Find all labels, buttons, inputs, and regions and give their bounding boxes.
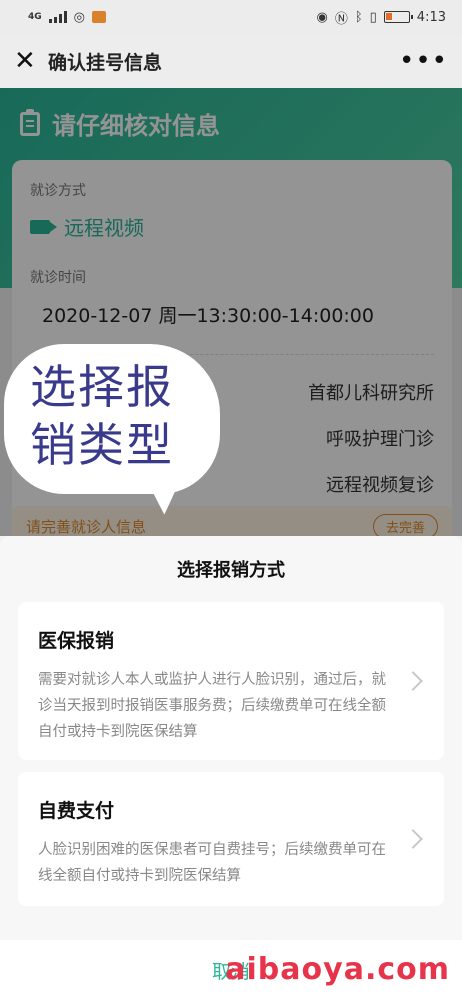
page-title: 确认挂号信息	[48, 51, 163, 74]
vibrate-icon: ▯	[369, 9, 377, 25]
bluetooth-icon: ᛒ	[354, 9, 363, 25]
chevron-right-icon	[403, 829, 423, 849]
nfc-icon: Ⓝ	[334, 11, 348, 27]
option-title: 自费支付	[38, 800, 115, 822]
reimbursement-sheet: 选择报销方式 医保报销 需要对就诊人本人或监护人进行人脸识别，通过后，就诊当天报…	[0, 536, 462, 1000]
wifi-icon: ◎	[73, 9, 85, 25]
annotation-bubble: 选择报 销类型	[4, 344, 220, 494]
option-description: 人脸识别困难的医保患者可自费挂号；后续缴费单可在线全额自付或持卡到院医保结算	[38, 842, 386, 884]
annotation-line-1: 选择报	[30, 360, 174, 414]
signal-icon	[48, 11, 67, 23]
option-description: 需要对就诊人本人或监护人进行人脸识别，通过后，就诊当天报到时报销医事服务费；后续…	[38, 672, 386, 740]
status-bar: 4G ◎ ◉ Ⓝ ᛒ ▯ 4:13	[0, 0, 462, 34]
chevron-right-icon	[403, 671, 423, 691]
battery-icon	[383, 11, 413, 23]
sheet-title: 选择报销方式	[177, 560, 285, 581]
annotation-line-2: 销类型	[30, 418, 174, 472]
option-insurance-reimbursement[interactable]: 医保报销 需要对就诊人本人或监护人进行人脸识别，通过后，就诊当天报到时报销医事服…	[18, 602, 444, 760]
network-label: 4G	[28, 12, 42, 22]
notification-icon	[92, 11, 106, 23]
close-icon[interactable]: ✕	[14, 46, 44, 76]
clock: 4:13	[416, 9, 446, 25]
option-self-pay[interactable]: 自费支付 人脸识别困难的医保患者可自费挂号；后续缴费单可在线全额自付或持卡到院医…	[18, 772, 444, 906]
watermark: aibaoya.com	[225, 952, 450, 987]
eye-icon: ◉	[316, 9, 328, 25]
more-dots-icon[interactable]: •••	[399, 46, 448, 76]
option-title: 医保报销	[38, 630, 115, 652]
title-bar: ✕ 确认挂号信息 •••	[0, 34, 462, 88]
